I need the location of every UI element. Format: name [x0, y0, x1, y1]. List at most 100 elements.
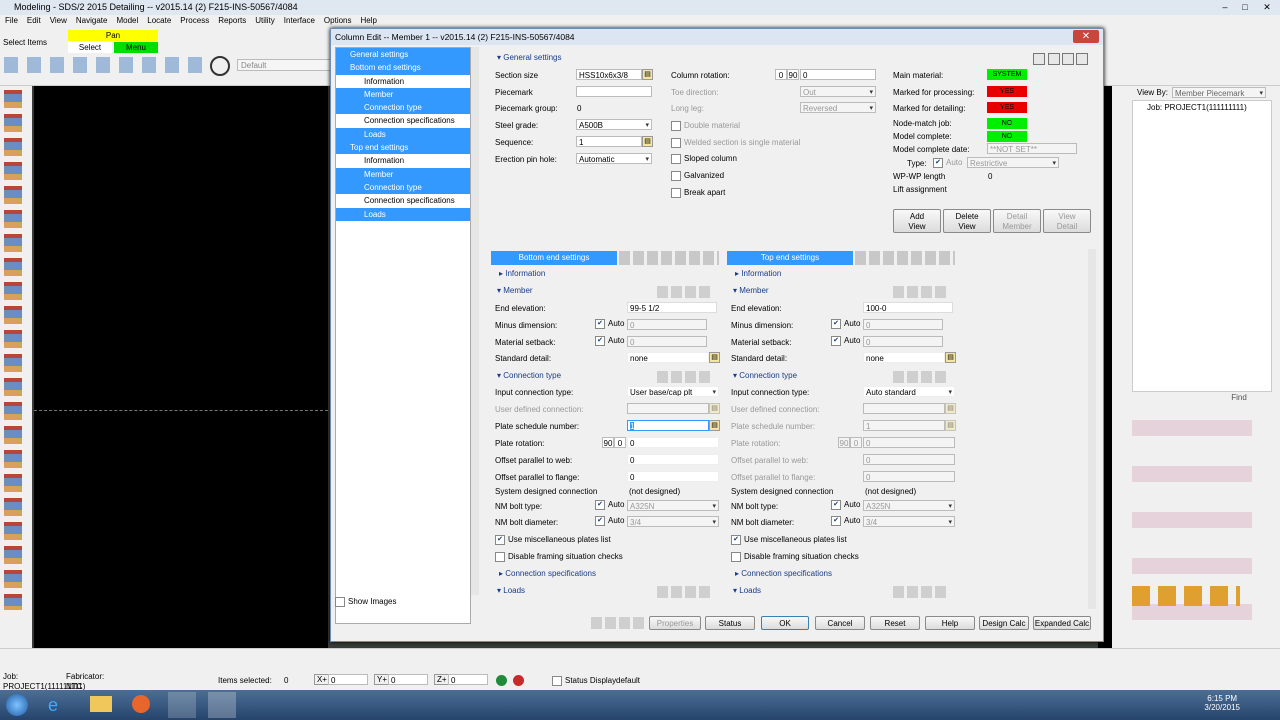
top-information-header[interactable]: ▸ Information — [735, 269, 781, 278]
top-plate-schedule-field[interactable]: 1 — [863, 420, 945, 431]
bottom-plate-rot-90-button[interactable]: 90 — [602, 437, 614, 448]
nav-top-member[interactable]: Member — [336, 167, 470, 181]
tree-job-item[interactable]: Job: PROJECT1(111111111) — [1133, 101, 1271, 114]
bottom-bolt-dia-auto-checkbox[interactable]: Auto — [595, 516, 624, 526]
top-connection-type-header[interactable]: ▾ Connection type — [733, 371, 797, 380]
top-end-tool-icons[interactable] — [855, 251, 955, 265]
help-button[interactable]: Help — [925, 616, 975, 630]
model-complete-badge[interactable]: NO — [987, 131, 1027, 142]
top-nm-bolt-diameter-select[interactable]: 3/4 — [863, 516, 955, 527]
top-plate-rot-90-button[interactable]: 90 — [838, 437, 850, 448]
galvanized-checkbox[interactable]: Galvanized — [671, 171, 724, 181]
bottom-minus-dimension-field[interactable]: 0 — [627, 319, 707, 330]
menu-item-process[interactable]: Process — [180, 15, 209, 27]
bottom-connection-specifications-header[interactable]: ▸ Connection specifications — [499, 569, 596, 578]
member-tool-icons[interactable] — [4, 90, 22, 610]
top-user-defined-field[interactable] — [863, 403, 945, 414]
maximize-icon[interactable]: □ — [1236, 1, 1254, 13]
menu-item-model[interactable]: Model — [116, 15, 138, 27]
main-material-badge[interactable]: SYSTEM — [987, 69, 1027, 80]
nav-top-connection-specifications[interactable]: Connection specifications — [336, 194, 470, 208]
bottom-end-header[interactable]: Bottom end settings — [491, 251, 617, 265]
top-conn-tool-icons[interactable] — [893, 371, 949, 383]
bottom-nm-bolt-diameter-select[interactable]: 3/4 — [627, 516, 719, 527]
bottom-user-defined-field[interactable] — [627, 403, 709, 414]
menu-item-edit[interactable]: Edit — [27, 15, 41, 27]
clock[interactable]: 6:15 PM 3/20/2015 — [1204, 694, 1240, 712]
open-icon[interactable] — [1076, 53, 1088, 65]
welded-section-checkbox[interactable]: Welded section is single material — [671, 138, 800, 148]
member-tree[interactable]: Job: PROJECT1(111111111) — [1132, 100, 1272, 392]
pan-mode-button[interactable]: Pan — [68, 30, 158, 41]
top-plate-rotation-field[interactable]: 0 — [863, 437, 955, 448]
cancel-button[interactable]: Cancel — [815, 616, 865, 630]
top-minus-dimension-field[interactable]: 0 — [863, 319, 943, 330]
top-member-tool-icons[interactable] — [893, 286, 949, 298]
toe-direction-select[interactable]: Out — [800, 86, 876, 97]
z-field[interactable]: 0 — [448, 674, 488, 685]
menu-item-help[interactable]: Help — [361, 15, 377, 27]
start-button-icon[interactable] — [6, 694, 28, 716]
bottom-plate-schedule-field[interactable]: 1 — [627, 420, 709, 431]
bottom-end-tool-icons[interactable] — [619, 251, 719, 265]
marked-detailing-badge[interactable]: YES — [987, 102, 1027, 113]
long-leg-select[interactable]: Reversed — [800, 102, 876, 113]
top-input-connection-type-select[interactable]: Auto standard — [863, 386, 955, 397]
detail-member-button[interactable]: Detail Member — [993, 209, 1041, 233]
bottom-use-misc-checkbox[interactable]: Use miscellaneous plates list — [495, 535, 611, 545]
menu-item-options[interactable]: Options — [324, 15, 352, 27]
bottom-loads-header[interactable]: ▾ Loads — [497, 586, 525, 595]
sequence-browse-icon[interactable]: ▤ — [642, 136, 653, 147]
top-setback-auto-checkbox[interactable]: Auto — [831, 336, 860, 346]
menu-item-locate[interactable]: Locate — [147, 15, 171, 27]
y-field[interactable]: 0 — [388, 674, 428, 685]
top-member-header[interactable]: ▾ Member — [733, 286, 769, 295]
bottom-nm-bolt-type-select[interactable]: A325N — [627, 500, 719, 511]
steel-grade-select[interactable]: A500B — [576, 119, 652, 130]
top-plate-rot-0-button[interactable]: 0 — [850, 437, 862, 448]
view-tool-icons[interactable] — [4, 57, 204, 73]
menu-item-view[interactable]: View — [50, 15, 67, 27]
x-field[interactable]: 0 — [328, 674, 368, 685]
view-by-select[interactable]: Member Piecemark — [1172, 87, 1266, 98]
nav-bottom-loads[interactable]: Loads — [336, 127, 470, 142]
bottom-input-connection-type-select[interactable]: User base/cap plt — [627, 386, 719, 397]
add-view-button[interactable]: Add View — [893, 209, 941, 233]
accept-icon[interactable] — [496, 675, 507, 686]
bottom-loads-tool-icons[interactable] — [657, 586, 713, 598]
bottom-offset-web-field[interactable]: 0 — [627, 454, 719, 465]
nav-bottom-connection-specifications[interactable]: Connection specifications — [336, 114, 470, 128]
top-loads-tool-icons[interactable] — [893, 586, 949, 598]
top-user-defined-browse-icon[interactable]: ▤ — [945, 403, 956, 414]
rotation-0-button[interactable]: 0 — [775, 69, 787, 80]
bottom-plate-rotation-field[interactable]: 0 — [627, 437, 719, 448]
expanded-calc-button[interactable]: Expanded Calc — [1033, 616, 1091, 630]
dialog-close-icon[interactable]: ✕ — [1073, 30, 1099, 43]
menu-mode-button[interactable]: Menu — [114, 42, 158, 53]
section-size-field[interactable]: HSS10x6x3/8 — [576, 69, 642, 80]
top-offset-web-field[interactable]: 0 — [863, 454, 955, 465]
nav-top-connection-type[interactable]: Connection type — [336, 180, 470, 195]
section-browse-icon[interactable]: ▤ — [642, 69, 653, 80]
bottom-member-tool-icons[interactable] — [657, 286, 713, 298]
reject-icon[interactable] — [513, 675, 524, 686]
paste-icon[interactable] — [1048, 53, 1060, 65]
view-detail-button[interactable]: View Detail — [1043, 209, 1091, 233]
type-auto-checkbox[interactable]: Auto — [933, 158, 962, 168]
nav-bottom-information[interactable]: Information — [336, 74, 470, 88]
node-match-badge[interactable]: NO — [987, 118, 1027, 129]
bottom-user-defined-browse-icon[interactable]: ▤ — [709, 403, 720, 414]
delete-view-button[interactable]: Delete View — [943, 209, 991, 233]
bottom-information-header[interactable]: ▸ Information — [499, 269, 545, 278]
bottom-plate-schedule-browse-icon[interactable]: ▤ — [709, 420, 720, 431]
sds2-task-icon[interactable] — [208, 692, 236, 718]
general-settings-header[interactable]: ▾ General settings — [497, 53, 562, 62]
top-bolt-dia-auto-checkbox[interactable]: Auto — [831, 516, 860, 526]
model-complete-date-field[interactable]: **NOT SET** — [987, 143, 1077, 154]
bottom-member-header[interactable]: ▾ Member — [497, 286, 533, 295]
bottom-material-setback-field[interactable]: 0 — [627, 336, 707, 347]
view-name-input[interactable]: Default — [237, 59, 331, 71]
top-standard-detail-field[interactable]: none — [863, 352, 945, 363]
find-button[interactable]: Find — [1214, 391, 1264, 405]
design-calc-button[interactable]: Design Calc — [979, 616, 1029, 630]
